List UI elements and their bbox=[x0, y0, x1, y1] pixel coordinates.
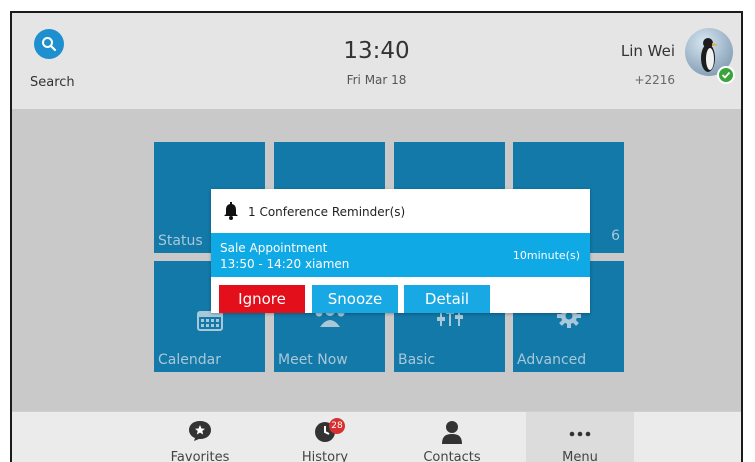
phone-screen: Search 13:40 Fri Mar 18 Lin Wei +2216 St… bbox=[10, 11, 743, 462]
person-icon bbox=[441, 420, 463, 448]
account-name: Lin Wei bbox=[620, 42, 675, 60]
nav-favorites[interactable]: Favorites bbox=[146, 412, 254, 462]
tile-row1-col4-label: 6 bbox=[611, 228, 620, 244]
nav-contacts-label: Contacts bbox=[423, 450, 481, 462]
nav-contacts[interactable]: Contacts bbox=[398, 412, 506, 462]
star-bubble-icon bbox=[188, 420, 212, 446]
tile-calendar-label: Calendar bbox=[158, 352, 221, 368]
reminder-item[interactable]: Sale Appointment 13:50 - 14:20 xiamen 10… bbox=[211, 233, 590, 277]
check-icon bbox=[721, 71, 731, 79]
reminder-time-remaining: 10minute(s) bbox=[512, 249, 580, 262]
ignore-button[interactable]: Ignore bbox=[219, 285, 305, 313]
snooze-button[interactable]: Snooze bbox=[312, 285, 398, 313]
tile-meet-now-label: Meet Now bbox=[278, 352, 348, 368]
detail-button[interactable]: Detail bbox=[404, 285, 490, 313]
nav-menu[interactable]: Menu bbox=[526, 412, 634, 462]
tile-basic-label: Basic bbox=[398, 352, 436, 368]
more-dots-icon bbox=[569, 426, 591, 441]
nav-history-label: History bbox=[301, 450, 349, 462]
online-status-badge bbox=[717, 66, 735, 84]
nav-history[interactable]: 28 History bbox=[271, 412, 379, 462]
bell-icon bbox=[223, 202, 239, 224]
bottom-navigation-bar: Favorites 28 History Contacts Menu bbox=[12, 411, 741, 462]
top-status-bar: Search 13:40 Fri Mar 18 Lin Wei +2216 bbox=[12, 13, 741, 109]
reminder-title: Sale Appointment bbox=[220, 241, 328, 255]
reminder-time-location: 13:50 - 14:20 xiamen bbox=[220, 257, 350, 271]
clock-date: Fri Mar 18 bbox=[346, 73, 407, 87]
nav-menu-label: Menu bbox=[562, 450, 598, 462]
nav-favorites-label: Favorites bbox=[170, 450, 230, 462]
conference-reminder-dialog: 1 Conference Reminder(s) Sale Appointmen… bbox=[211, 189, 590, 313]
account-number: +2216 bbox=[634, 73, 675, 87]
tile-advanced-label: Advanced bbox=[517, 352, 587, 368]
history-missed-badge: 28 bbox=[329, 418, 345, 434]
dialog-title: 1 Conference Reminder(s) bbox=[248, 205, 406, 219]
tile-status-label: Status bbox=[158, 233, 203, 249]
